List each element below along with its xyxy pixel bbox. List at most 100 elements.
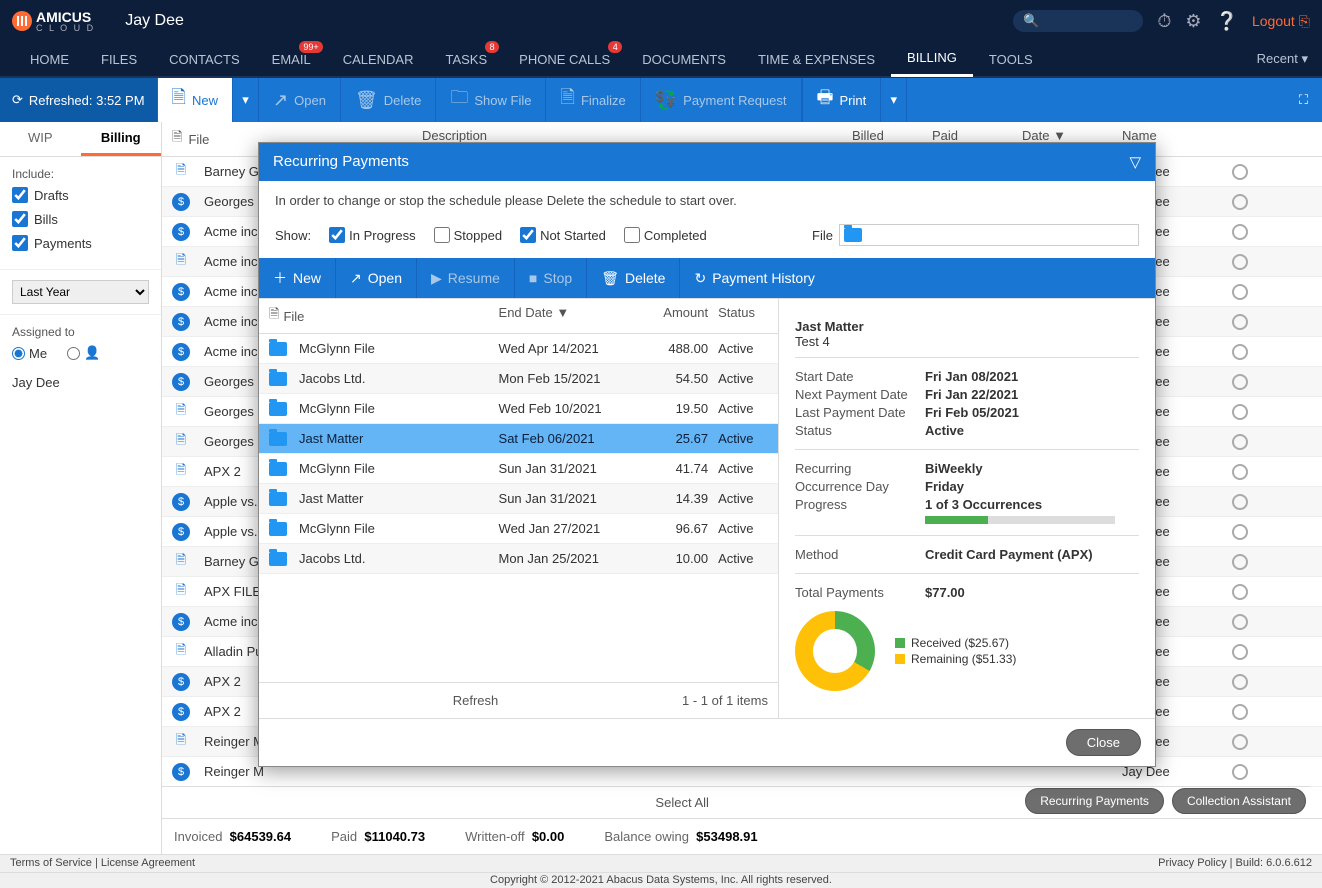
nav-home[interactable]: HOME [14, 41, 85, 77]
row-select-radio[interactable] [1232, 284, 1248, 300]
dialog-title-bar: Recurring Payments ▽ [259, 143, 1155, 181]
filter-inprogress[interactable]: In Progress [329, 227, 415, 243]
help-icon[interactable]: ❔ [1216, 11, 1238, 32]
nav-calendar[interactable]: CALENDAR [327, 41, 430, 77]
filter-notstarted[interactable]: Not Started [520, 227, 606, 243]
dialog-table-row[interactable]: McGlynn FileWed Feb 10/202119.50Active [259, 394, 778, 424]
document-icon: 🗎 [172, 163, 190, 181]
select-all-link[interactable]: Select All [655, 795, 708, 810]
refresh-status[interactable]: ⟳Refreshed: 3:52 PM [0, 78, 158, 122]
new-button[interactable]: 🗎New [158, 78, 234, 122]
row-select-radio[interactable] [1232, 704, 1248, 720]
nav-files[interactable]: FILES [85, 41, 153, 77]
showfile-button[interactable]: 🗀Show File [436, 78, 546, 122]
row-select-radio[interactable] [1232, 734, 1248, 750]
filter-stopped[interactable]: Stopped [434, 227, 502, 243]
dialog-close-button[interactable]: Close [1066, 729, 1141, 756]
assigned-other[interactable]: 👤 [67, 345, 100, 361]
row-select-radio[interactable] [1232, 584, 1248, 600]
nav-email[interactable]: EMAIL99+ [256, 41, 327, 77]
logout-button[interactable]: Logout ⎘ [1252, 13, 1310, 30]
footer-left[interactable]: Terms of Service | License Agreement [10, 857, 195, 870]
open-button[interactable]: ↗Open [259, 78, 341, 122]
filter-completed[interactable]: Completed [624, 227, 707, 243]
new-dropdown[interactable]: ▾ [233, 78, 259, 122]
nav-documents[interactable]: DOCUMENTS [626, 41, 742, 77]
recent-dropdown[interactable]: Recent ▾ [1257, 51, 1308, 67]
dlg-open-button[interactable]: ↗Open [336, 258, 417, 298]
file-filter-input[interactable] [839, 224, 1139, 246]
row-select-radio[interactable] [1232, 494, 1248, 510]
dlg-col-status[interactable]: Status [708, 305, 768, 327]
finalize-button[interactable]: 🗎Finalize [546, 78, 640, 122]
row-select-radio[interactable] [1232, 164, 1248, 180]
row-select-radio[interactable] [1232, 314, 1248, 330]
print-button[interactable]: 🖶Print [802, 78, 882, 122]
row-select-radio[interactable] [1232, 254, 1248, 270]
dlg-delete-button[interactable]: 🗑Delete [587, 258, 680, 298]
assigned-me[interactable]: Me [12, 346, 47, 361]
dialog-table-row[interactable]: Jacobs Ltd.Mon Jan 25/202110.00Active [259, 544, 778, 574]
tab-wip[interactable]: WIP [0, 122, 81, 156]
detail-matter: Jast Matter [795, 319, 1139, 334]
row-select-radio[interactable] [1232, 374, 1248, 390]
collection-assistant-button[interactable]: Collection Assistant [1172, 788, 1306, 814]
collapse-icon[interactable]: ▽ [1129, 153, 1141, 171]
row-select-radio[interactable] [1232, 344, 1248, 360]
row-select-radio[interactable] [1232, 764, 1248, 780]
dialog-table-row[interactable]: McGlynn FileWed Jan 27/202196.67Active [259, 514, 778, 544]
dlg-col-file[interactable]: 🗎File [269, 305, 499, 327]
row-select-radio[interactable] [1232, 194, 1248, 210]
gear-icon[interactable]: ⚙ [1185, 11, 1201, 32]
nav-time-expenses[interactable]: TIME & EXPENSES [742, 41, 891, 77]
dlg-col-enddate[interactable]: End Date ▼ [499, 305, 639, 327]
include-payments[interactable]: Payments [12, 235, 149, 251]
tab-billing[interactable]: Billing [81, 122, 162, 156]
nav-phone-calls[interactable]: PHONE CALLS4 [503, 41, 626, 77]
recurring-payments-dialog: Recurring Payments ▽ In order to change … [258, 142, 1156, 767]
row-select-radio[interactable] [1232, 434, 1248, 450]
dialog-table-row[interactable]: Jast MatterSat Feb 06/202125.67Active [259, 424, 778, 454]
print-dropdown[interactable]: ▾ [881, 78, 907, 122]
row-select-radio[interactable] [1232, 464, 1248, 480]
row-select-radio[interactable] [1232, 404, 1248, 420]
recurring-payments-button[interactable]: Recurring Payments [1025, 788, 1164, 814]
nav-billing[interactable]: BILLING [891, 41, 973, 77]
file-icon: 🗎 [172, 128, 182, 150]
dlg-refresh-link[interactable]: Refresh [453, 693, 499, 708]
include-drafts[interactable]: Drafts [12, 187, 149, 203]
row-select-radio[interactable] [1232, 644, 1248, 660]
fullscreen-button[interactable]: ⛶ [1285, 78, 1322, 122]
global-search[interactable]: 🔍 [1013, 10, 1143, 32]
timer-icon[interactable]: ⏱ [1157, 11, 1171, 32]
dlg-new-button[interactable]: ＋New [259, 258, 336, 298]
brand-sub: C L O U D [36, 24, 95, 33]
row-select-radio[interactable] [1232, 524, 1248, 540]
row-select-radio[interactable] [1232, 614, 1248, 630]
dlg-resume-button[interactable]: ▶Resume [417, 258, 515, 298]
date-range-select[interactable]: Last Year [12, 280, 149, 304]
nav-tasks[interactable]: TASKS8 [429, 41, 503, 77]
dialog-table-row[interactable]: Jacobs Ltd.Mon Feb 15/202154.50Active [259, 364, 778, 394]
search-input[interactable] [1040, 14, 1134, 29]
row-select-radio[interactable] [1232, 554, 1248, 570]
nav-contacts[interactable]: CONTACTS [153, 41, 256, 77]
dialog-table-row[interactable]: McGlynn FileSun Jan 31/202141.74Active [259, 454, 778, 484]
row-select-radio[interactable] [1232, 224, 1248, 240]
nav-tools[interactable]: TOOLS [973, 41, 1049, 77]
include-bills[interactable]: Bills [12, 211, 149, 227]
delete-button[interactable]: 🗑Delete [341, 78, 436, 122]
show-label: Show: [275, 228, 311, 243]
dialog-table-row[interactable]: Jast MatterSun Jan 31/202114.39Active [259, 484, 778, 514]
dlg-col-amount[interactable]: Amount [638, 305, 708, 327]
row-select-radio[interactable] [1232, 674, 1248, 690]
dlg-stop-button[interactable]: ■Stop [515, 258, 587, 298]
payment-request-button[interactable]: 💱Payment Request [641, 78, 802, 122]
open-icon: ↗ [273, 90, 288, 111]
dialog-toolbar: ＋New ↗Open ▶Resume ■Stop 🗑Delete ↻Paymen… [259, 258, 1155, 298]
play-icon: ▶ [431, 270, 442, 287]
dollar-icon: $ [172, 613, 190, 631]
dialog-table-row[interactable]: McGlynn FileWed Apr 14/2021488.00Active [259, 334, 778, 364]
footer-right[interactable]: Privacy Policy | Build: 6.0.6.612 [1158, 857, 1312, 870]
dlg-history-button[interactable]: ↻Payment History [680, 258, 828, 298]
